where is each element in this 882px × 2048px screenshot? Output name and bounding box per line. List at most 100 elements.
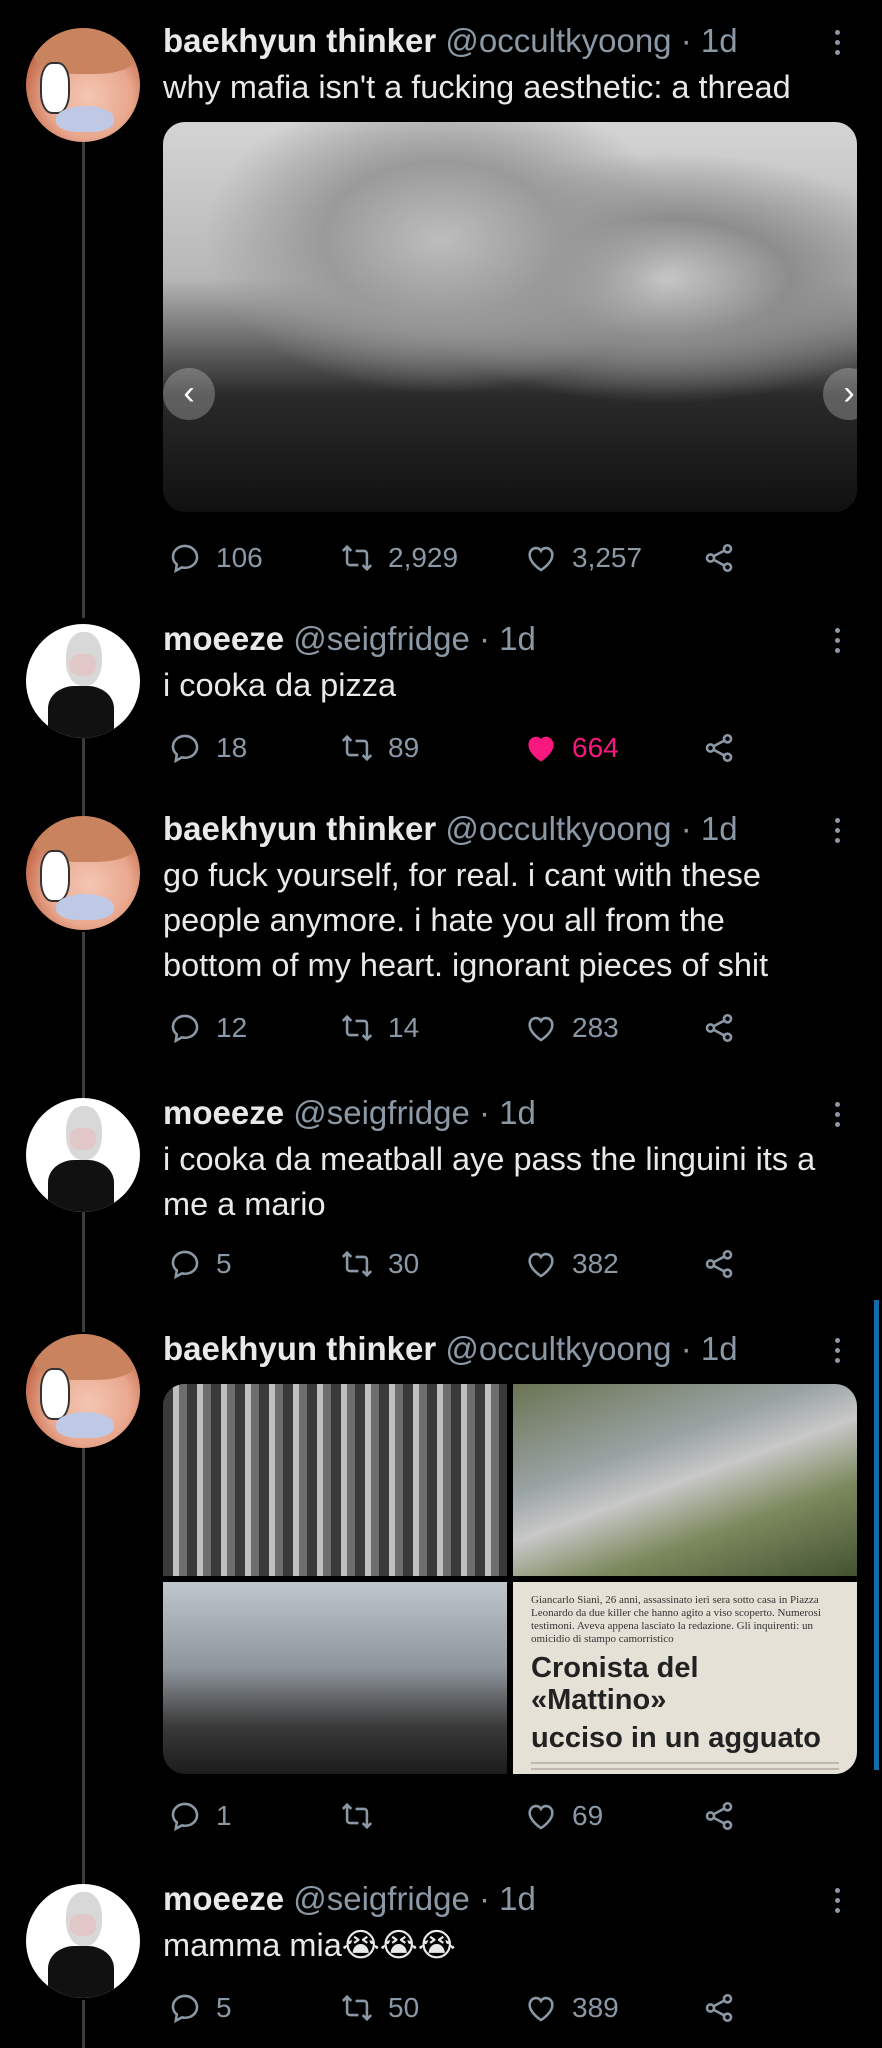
more-icon[interactable]: [832, 818, 842, 848]
like-button[interactable]: 69: [524, 1796, 603, 1836]
avatar[interactable]: [26, 816, 140, 930]
reply-button[interactable]: 12: [168, 1008, 247, 1048]
retweet-icon: [341, 1014, 373, 1042]
like-count: 283: [572, 1012, 619, 1043]
tweet-photo[interactable]: ‹ ›: [163, 122, 857, 512]
tweet-photo[interactable]: [513, 1384, 857, 1576]
avatar[interactable]: [26, 28, 140, 142]
retweet-button[interactable]: 14: [340, 1008, 419, 1048]
tweet-actions: 1 69: [168, 1796, 748, 1836]
like-count: 664: [572, 732, 619, 763]
avatar[interactable]: [26, 1334, 140, 1448]
like-count: 3,257: [572, 542, 643, 573]
tweet-photo[interactable]: [163, 1582, 507, 1774]
heart-icon: [528, 1804, 554, 1830]
tweet-text-line: i cooka da meatball aye pass the linguin…: [163, 1141, 816, 1177]
author-handle-time[interactable]: @seigfridge · 1d: [293, 1094, 536, 1131]
share-button[interactable]: [702, 728, 750, 768]
tweet[interactable]: moeeze @seigfridge · 1d i cooka da meatb…: [0, 1080, 882, 1320]
heart-icon: [528, 1016, 554, 1042]
reply-icon: [171, 1994, 199, 2024]
like-count: 382: [572, 1248, 619, 1279]
tweet-actions: 106 2,929 3,257: [168, 538, 748, 578]
tweet-text-line: bottom of my heart. ignorant pieces of s…: [163, 947, 769, 983]
tweet-photo[interactable]: Giancarlo Siani, 26 anni, assassinato ie…: [513, 1582, 857, 1774]
share-button[interactable]: [702, 1244, 750, 1284]
retweet-button[interactable]: 50: [340, 1988, 419, 2028]
reply-button[interactable]: 5: [168, 1244, 232, 1284]
avatar[interactable]: [26, 1884, 140, 1998]
more-icon[interactable]: [832, 1338, 842, 1368]
tweet-text: go fuck yourself, for real. i cant with …: [163, 853, 863, 988]
tweet-text: why mafia isn't a fucking aesthetic: a t…: [163, 69, 791, 105]
more-icon[interactable]: [832, 30, 842, 60]
reply-count: 12: [216, 1012, 248, 1043]
reply-icon: [171, 544, 199, 574]
like-button[interactable]: 664: [524, 728, 619, 768]
share-icon: [705, 1801, 733, 1831]
newspaper-headline: Cronista del «Mattino»: [531, 1652, 699, 1716]
reply-icon: [171, 1802, 199, 1832]
like-button[interactable]: 389: [524, 1988, 619, 2028]
tweet[interactable]: baekhyun thinker @occultkyoong · 1d why …: [0, 0, 882, 610]
author-handle-time[interactable]: @occultkyoong · 1d: [445, 22, 737, 59]
share-icon: [705, 1013, 733, 1043]
tweet-photo[interactable]: [163, 1384, 507, 1576]
retweet-button[interactable]: [340, 1796, 388, 1836]
retweet-count: 50: [388, 1992, 420, 2023]
tweet[interactable]: baekhyun thinker @occultkyoong · 1d Gian…: [0, 1320, 882, 1880]
author-name[interactable]: baekhyun thinker: [163, 810, 436, 847]
scrollbar[interactable]: [874, 1300, 879, 1770]
share-button[interactable]: [702, 1008, 750, 1048]
tweet[interactable]: moeeze @seigfridge · 1d mamma mia😭😭😭 5 5…: [0, 1880, 882, 2048]
tweet[interactable]: baekhyun thinker @occultkyoong · 1d go f…: [0, 800, 882, 1080]
retweet-button[interactable]: 2,929: [340, 538, 458, 578]
author-name[interactable]: moeeze: [163, 1880, 284, 1917]
share-button[interactable]: [702, 538, 750, 578]
author-handle-time[interactable]: @seigfridge · 1d: [293, 620, 536, 657]
reply-button[interactable]: 1: [168, 1796, 232, 1836]
tweet-text-line: me a mario: [163, 1186, 326, 1222]
author-handle-time[interactable]: @occultkyoong · 1d: [445, 810, 737, 847]
author-name[interactable]: baekhyun thinker: [163, 1330, 436, 1367]
share-button[interactable]: [702, 1988, 750, 2028]
like-count: 69: [572, 1800, 604, 1831]
reply-icon: [171, 1250, 199, 1280]
reply-count: 1: [216, 1800, 232, 1831]
tweet-photo-grid: Giancarlo Siani, 26 anni, assassinato ie…: [163, 1384, 857, 1774]
like-button[interactable]: 382: [524, 1244, 619, 1284]
share-icon: [705, 1249, 733, 1279]
more-icon[interactable]: [832, 628, 842, 658]
reply-icon: [171, 1014, 199, 1044]
author-name[interactable]: moeeze: [163, 620, 284, 657]
reply-button[interactable]: 106: [168, 538, 263, 578]
reply-icon: [171, 734, 199, 764]
author-handle-time[interactable]: @seigfridge · 1d: [293, 1880, 536, 1917]
share-icon: [705, 1993, 733, 2023]
retweet-icon: [341, 1802, 373, 1830]
retweet-button[interactable]: 30: [340, 1244, 419, 1284]
retweet-button[interactable]: 89: [340, 728, 419, 768]
tweet-actions: 18 89 664: [168, 728, 748, 768]
tweet[interactable]: moeeze @seigfridge · 1d i cooka da pizza…: [0, 610, 882, 800]
previous-image-button[interactable]: ‹: [163, 368, 215, 420]
more-icon[interactable]: [832, 1102, 842, 1132]
retweet-count: 2,929: [388, 542, 459, 573]
reply-button[interactable]: 5: [168, 1988, 232, 2028]
like-button[interactable]: 283: [524, 1008, 619, 1048]
reply-button[interactable]: 18: [168, 728, 247, 768]
like-button[interactable]: 3,257: [524, 538, 642, 578]
reply-count: 5: [216, 1248, 232, 1279]
more-icon[interactable]: [832, 1888, 842, 1918]
avatar[interactable]: [26, 624, 140, 738]
author-handle-time[interactable]: @occultkyoong · 1d: [445, 1330, 737, 1367]
retweet-count: 89: [388, 732, 420, 763]
newspaper-headline: ucciso in un agguato: [531, 1722, 822, 1754]
share-button[interactable]: [702, 1796, 750, 1836]
like-count: 389: [572, 1992, 619, 2023]
heart-icon: [528, 1252, 554, 1278]
author-name[interactable]: baekhyun thinker: [163, 22, 436, 59]
retweet-icon: [341, 734, 373, 762]
avatar[interactable]: [26, 1098, 140, 1212]
author-name[interactable]: moeeze: [163, 1094, 284, 1131]
